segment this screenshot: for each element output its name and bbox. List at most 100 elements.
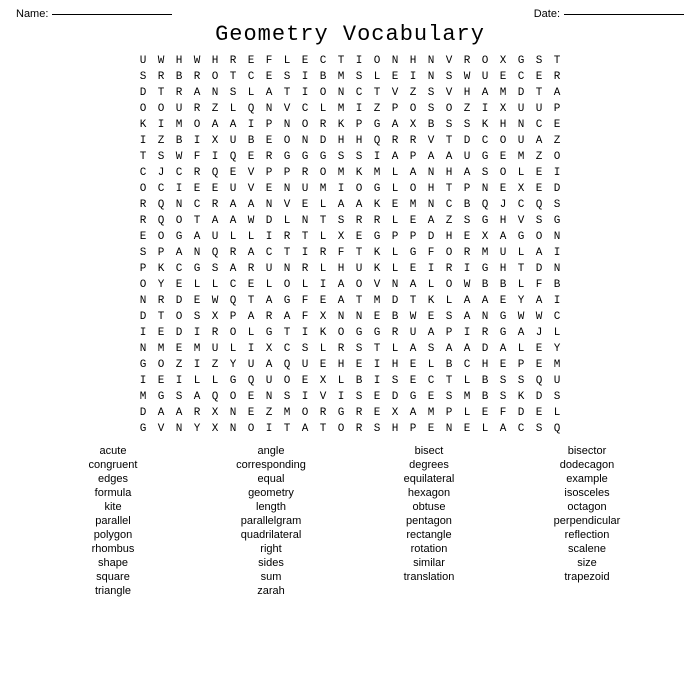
grid-cell: A [512,325,530,341]
grid-cell: L [206,373,224,389]
grid-cell: I [134,373,152,389]
grid-cell: U [548,373,566,389]
grid-cell: I [152,117,170,133]
grid-cell: U [530,101,548,117]
grid-cell: O [350,181,368,197]
grid-cell: N [548,229,566,245]
grid-cell: D [134,405,152,421]
grid-cell: X [404,117,422,133]
grid-cell: S [350,341,368,357]
grid-cell: S [440,69,458,85]
grid-cell: G [134,421,152,437]
grid-cell: Y [548,341,566,357]
grid-cell: B [548,277,566,293]
grid-cell: M [422,405,440,421]
grid-cell: I [548,293,566,309]
word-item: isosceles [510,487,664,499]
grid-cell: L [458,405,476,421]
grid-cell: O [152,101,170,117]
grid-cell: L [314,341,332,357]
grid-cell: G [494,309,512,325]
grid-cell: A [422,213,440,229]
grid-cell: I [170,181,188,197]
word-item [352,585,506,597]
grid-cell: O [494,133,512,149]
grid-cell: L [512,165,530,181]
grid-cell: G [278,293,296,309]
grid-cell: I [368,357,386,373]
grid-cell: Q [242,101,260,117]
grid-row: EOGAULLIRTLXEGPPDHEXAGON [134,229,566,245]
grid-cell: M [152,341,170,357]
grid-cell: P [440,405,458,421]
grid-cell: T [188,213,206,229]
grid-cell: K [476,117,494,133]
grid-cell: O [404,101,422,117]
grid-cell: C [242,69,260,85]
grid-row: GOZIZYUAQUEHEIHELBCHEPEM [134,357,566,373]
grid-cell: A [224,261,242,277]
grid-cell: T [278,85,296,101]
grid-row: OOURZLQNVCLMIZPOSOZIXUUP [134,101,566,117]
grid-cell: H [494,117,512,133]
grid-cell: E [242,405,260,421]
grid-cell: D [170,325,188,341]
grid-cell: X [476,229,494,245]
word-item: perpendicular [510,515,664,527]
grid-cell: G [476,149,494,165]
grid-cell: T [314,213,332,229]
grid-cell: I [170,373,188,389]
grid-cell: B [476,277,494,293]
grid-cell: E [548,117,566,133]
grid-cell: M [188,341,206,357]
grid-cell: L [512,277,530,293]
grid-cell: M [314,181,332,197]
grid-cell: S [494,389,512,405]
grid-cell: M [368,165,386,181]
grid-cell: E [386,69,404,85]
grid-cell: A [206,213,224,229]
grid-cell: L [296,277,314,293]
grid-cell: E [242,277,260,293]
grid-cell: S [350,149,368,165]
grid-cell: W [152,53,170,69]
grid-cell: S [332,149,350,165]
word-item: trapezoid [510,571,664,583]
grid-cell: A [494,421,512,437]
grid-cell: X [206,309,224,325]
grid-cell: K [422,293,440,309]
word-item: corresponding [194,459,348,471]
grid-cell: E [170,277,188,293]
grid-cell: U [350,261,368,277]
grid-cell: N [422,197,440,213]
grid-cell: E [530,357,548,373]
grid-cell: P [350,117,368,133]
grid-cell: E [296,197,314,213]
grid-cell: I [458,261,476,277]
grid-cell: A [530,293,548,309]
grid-cell: T [278,325,296,341]
grid-cell: N [440,421,458,437]
grid-cell: E [494,293,512,309]
grid-cell: E [368,309,386,325]
name-label: Name: [16,8,48,20]
grid-cell: R [350,405,368,421]
grid-cell: O [440,245,458,261]
grid-cell: C [440,197,458,213]
word-search-grid: UWHWHREFLECTIONHNVROXGSTSRBROTCESIBMSLEI… [16,53,684,437]
grid-cell: A [260,293,278,309]
grid-cell: H [332,133,350,149]
grid-cell: L [512,245,530,261]
grid-cell: I [206,149,224,165]
grid-cell: R [206,325,224,341]
word-item: translation [352,571,506,583]
grid-cell: G [350,325,368,341]
grid-cell: C [530,117,548,133]
grid-cell: R [260,309,278,325]
grid-cell: P [152,245,170,261]
grid-row: DAARXNEZMORGREXAMPLEFDEL [134,405,566,421]
grid-cell: O [314,165,332,181]
grid-cell: S [332,213,350,229]
grid-cell: V [242,181,260,197]
grid-cell: A [476,293,494,309]
